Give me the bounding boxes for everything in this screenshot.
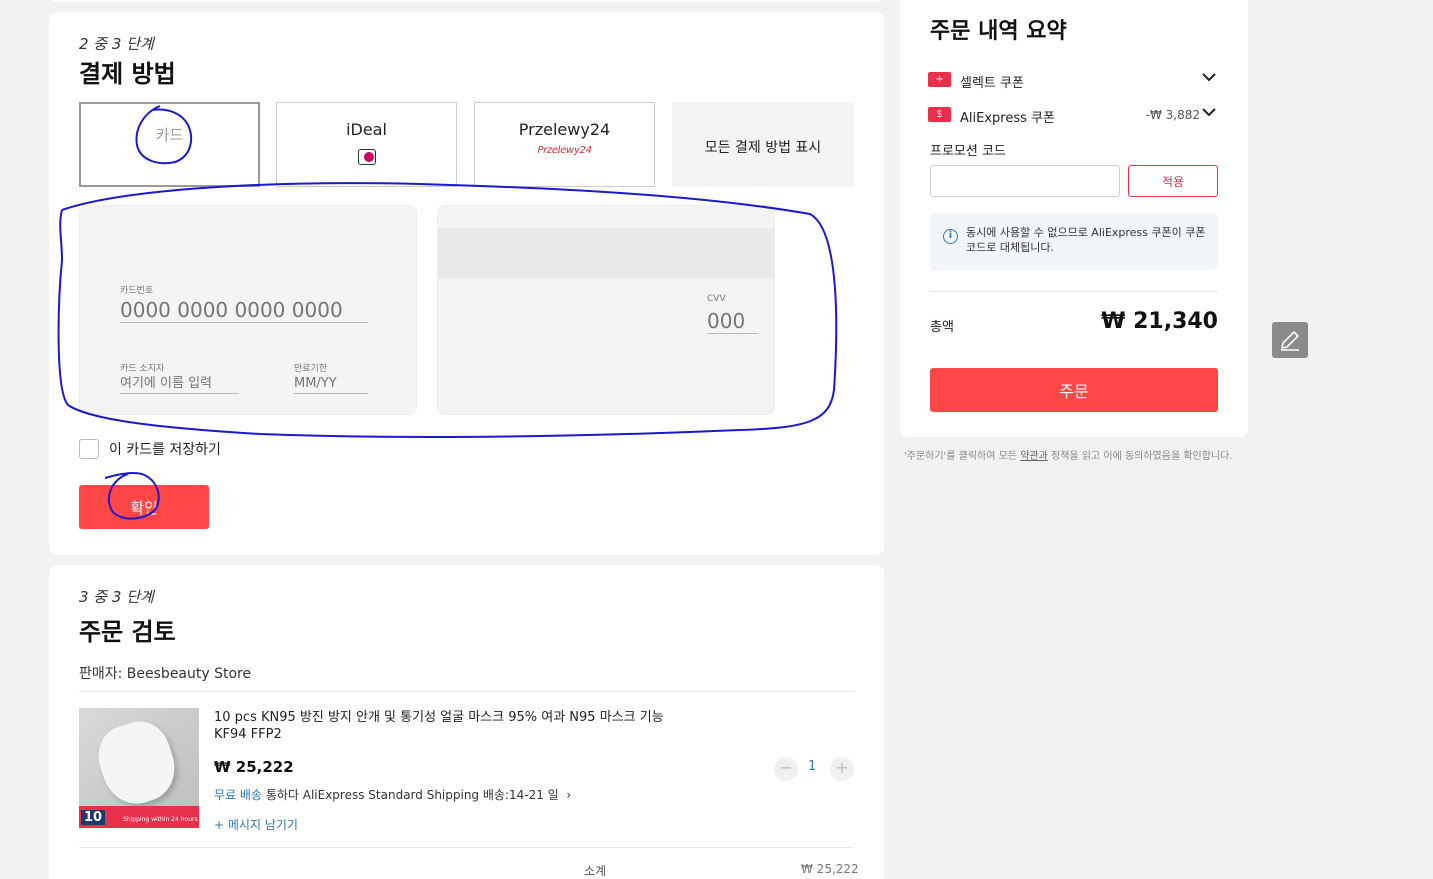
card-back: CVV: [437, 205, 775, 415]
apply-promo-button[interactable]: 적용: [1128, 165, 1218, 197]
select-coupon-row[interactable]: + 셀렉트 쿠폰: [928, 71, 1220, 91]
edit-pencil-icon[interactable]: [1272, 322, 1308, 358]
cvv-label: CVV: [707, 294, 726, 304]
promo-code-input[interactable]: [930, 165, 1120, 197]
select-coupon-label: 셀렉트 쿠폰: [960, 76, 1024, 91]
divider: [79, 847, 854, 848]
review-title: 주문 검토: [79, 618, 176, 646]
confirm-button[interactable]: 확인: [79, 485, 209, 529]
total-value: ₩ 21,340: [1101, 309, 1218, 334]
review-step-indicator: 3 중 3 단계: [79, 588, 154, 606]
save-card-checkbox[interactable]: [79, 439, 99, 459]
divider: [930, 291, 1218, 292]
payment-method-przelewy24[interactable]: Przelewy24 Przelewy24: [474, 102, 655, 187]
aliexpress-coupon-amount: -₩ 3,882: [1145, 108, 1200, 122]
previous-step-panel: [49, 0, 884, 2]
chevron-right-icon: ›: [562, 788, 572, 802]
coupon-icon: +: [928, 72, 951, 87]
terms-link[interactable]: 약관과: [1020, 451, 1048, 462]
shipping-info[interactable]: 무료 배송 통하다 AliExpress Standard Shipping 배…: [214, 786, 571, 803]
coupon-info-box: i 동시에 사용할 수 없으므로 AliExpress 쿠폰이 쿠폰 코드로 대…: [930, 213, 1218, 270]
card-front: 카드번호 카드 소지자 만료기한: [79, 205, 417, 415]
payment-title: 결제 방법: [79, 60, 176, 88]
expiry-label: 만료기한: [294, 364, 328, 374]
divider: [79, 691, 854, 692]
plus-icon[interactable]: +: [830, 757, 854, 781]
image-badge: 10: [81, 810, 106, 825]
product-image[interactable]: 10 Shipping within 24 hours: [79, 708, 199, 828]
payment-method-card-label: 카드: [155, 126, 184, 144]
terms-text-after: 정책을 읽고 이에 동의하였음을 확인합니다.: [1047, 451, 1233, 462]
save-card-label: 이 카드를 저장하기: [109, 442, 221, 458]
payment-method-przelewy24-label: Przelewy24: [518, 120, 611, 139]
minus-icon[interactable]: −: [774, 757, 798, 781]
promo-code-label: 프로모션 코드: [930, 144, 1006, 159]
order-summary-title: 주문 내역 요약: [930, 19, 1067, 44]
save-card-row[interactable]: 이 카드를 저장하기: [79, 439, 221, 459]
seller-name: 판매자: Beesbeauty Store: [79, 666, 252, 682]
payment-method-ideal[interactable]: iDeal: [276, 102, 457, 187]
payment-method-card[interactable]: 카드: [79, 102, 260, 187]
card-number-input[interactable]: [120, 297, 368, 323]
subtotal-value: ₩ 25,222: [801, 862, 859, 876]
aliexpress-coupon-label: AliExpress 쿠폰: [960, 111, 1055, 126]
place-order-button[interactable]: 주문: [930, 368, 1218, 412]
chevron-down-icon[interactable]: [1202, 106, 1216, 121]
card-holder-label: 카드 소지자: [120, 364, 165, 374]
payment-method-ideal-label: iDeal: [346, 120, 387, 139]
image-caption: Shipping within 24 hours: [123, 816, 198, 823]
card-holder-input[interactable]: [120, 374, 239, 394]
mask-shape: [90, 713, 184, 813]
ideal-logo-icon: [357, 149, 376, 165]
product-title[interactable]: 10 pcs KN95 방진 방지 안개 및 통기성 얼굴 마스크 95% 여과…: [214, 709, 674, 743]
coupon-info-text: 동시에 사용할 수 없으므로 AliExpress 쿠폰이 쿠폰 코드로 대체됩…: [966, 226, 1206, 254]
total-label: 총액: [930, 320, 954, 335]
terms-notice: '주문하기'를 클릭하여 모든 약관과 정책을 읽고 이에 동의하였음을 확인합…: [904, 450, 1240, 463]
aliexpress-coupon-row[interactable]: $ AliExpress 쿠폰 -₩ 3,882: [928, 106, 1220, 126]
expiry-input[interactable]: [294, 374, 368, 394]
chevron-down-icon[interactable]: [1202, 71, 1216, 86]
payment-method-show-all-label: 모든 결제 방법 표시: [704, 140, 822, 156]
payment-method-show-all[interactable]: 모든 결제 방법 표시: [672, 102, 854, 187]
coupon-icon: $: [928, 107, 951, 122]
info-icon: i: [943, 229, 958, 244]
subtotal-label: 소계: [584, 864, 607, 878]
leave-message-link[interactable]: + 메시지 남기기: [214, 816, 298, 833]
free-shipping-label: 무료 배송: [214, 788, 262, 802]
shipping-method: 통하다 AliExpress Standard Shipping 배송:14-2…: [265, 788, 559, 802]
cvv-input[interactable]: [707, 308, 758, 334]
przelewy24-logo-icon: Przelewy24: [537, 145, 592, 156]
terms-text-before: '주문하기'를 클릭하여 모든: [904, 451, 1021, 462]
magnetic-stripe: [438, 228, 774, 278]
quantity-value: 1: [808, 759, 817, 774]
payment-step-indicator: 2 중 3 단계: [79, 35, 154, 53]
card-number-label: 카드번호: [120, 286, 154, 296]
product-price: ₩ 25,222: [214, 758, 294, 776]
